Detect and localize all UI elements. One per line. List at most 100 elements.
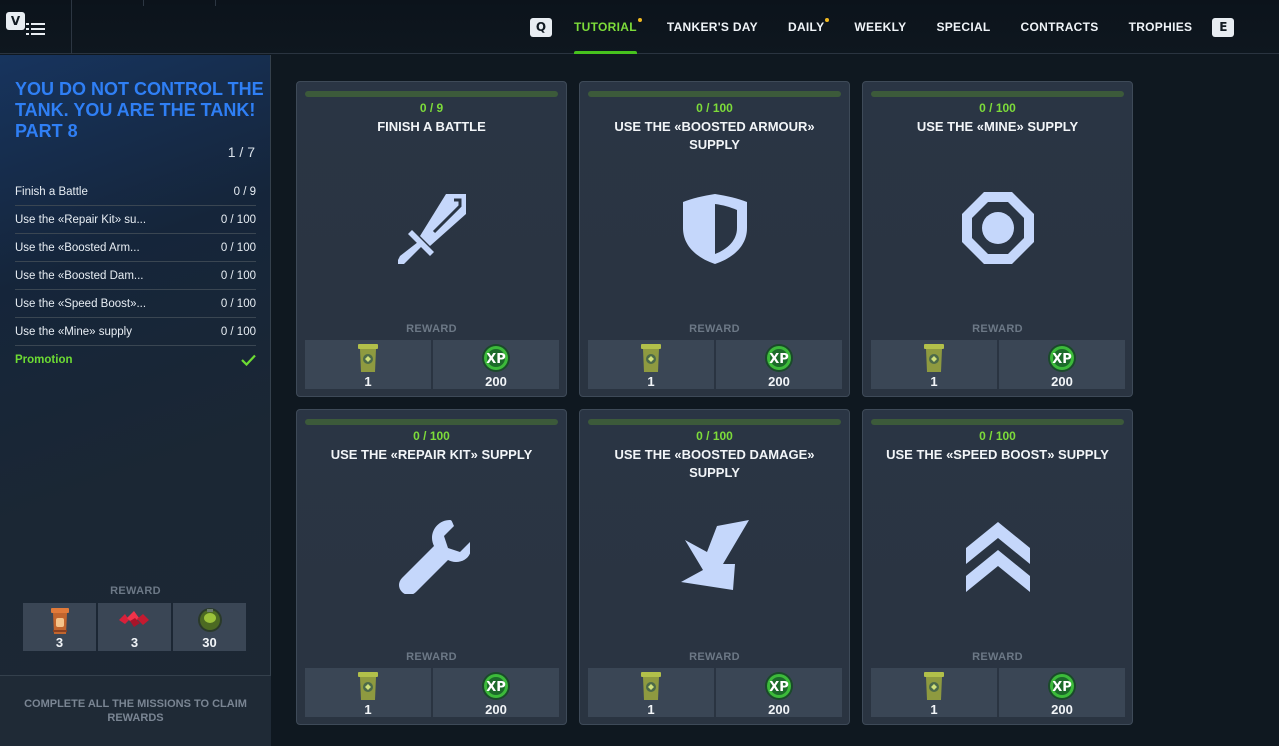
reward-count: 30: [202, 635, 217, 650]
reward-supply-box[interactable]: 1: [588, 668, 714, 717]
mission-card-speed-boost[interactable]: 0 / 100 USE THE «SPEED BOOST» SUPPLY REW…: [862, 409, 1133, 725]
card-progress: 0 / 100: [413, 429, 450, 443]
mission-tabs: Q TUTORIAL TANKER'S DAY DAILY WEEKLY SPE…: [530, 0, 1235, 54]
reward-xp[interactable]: XP 200: [716, 668, 842, 717]
claim-text: COMPLETE ALL THE MISSIONS TO CLAIM REWAR…: [24, 698, 247, 724]
svg-text:XP: XP: [769, 352, 789, 367]
tab-label: TROPHIES: [1128, 20, 1193, 34]
tab-contracts[interactable]: CONTRACTS: [1021, 0, 1099, 54]
reward-xp[interactable]: XP 200: [433, 340, 559, 389]
tab-special[interactable]: SPECIAL: [936, 0, 990, 54]
tab-tutorial[interactable]: TUTORIAL: [574, 0, 642, 54]
claim-rewards-box: COMPLETE ALL THE MISSIONS TO CLAIM REWAR…: [0, 675, 271, 746]
reward-count: 200: [485, 374, 507, 389]
reward-count: 3: [55, 635, 64, 650]
reward-label: REWARD: [689, 323, 740, 335]
next-tab-key[interactable]: E: [1212, 17, 1235, 37]
task-row[interactable]: Finish a Battle 0 / 9: [15, 178, 256, 206]
supply-box-icon: [641, 672, 661, 700]
task-name: Use the «Boosted Arm...: [15, 241, 140, 254]
mission-card-repair-kit[interactable]: 0 / 100 USE THE «REPAIR KIT» SUPPLY REWA…: [296, 409, 567, 725]
prev-tab-key[interactable]: Q: [530, 17, 552, 37]
next-key-badge: E: [1212, 17, 1235, 37]
card-progress: 0 / 100: [696, 101, 733, 115]
xp-icon: XP: [482, 672, 510, 700]
reward-count: 1: [647, 702, 655, 717]
tab-label: CONTRACTS: [1020, 20, 1099, 34]
svg-text:XP: XP: [486, 680, 506, 695]
tab-daily[interactable]: DAILY: [787, 0, 830, 54]
card-rewards: 1 XP 200: [305, 668, 559, 717]
reward-label: REWARD: [972, 323, 1023, 335]
check-icon: [241, 354, 256, 366]
progress-bar: [588, 91, 841, 97]
sword-icon: [397, 194, 466, 264]
menu-key-badge: V: [6, 12, 25, 30]
mission-rewards: 3 3 30: [23, 603, 246, 651]
progress-bar: [305, 419, 558, 425]
card-rewards: 1 XP 200: [588, 340, 842, 389]
task-row[interactable]: Use the «Repair Kit» su... 0 / 100: [15, 206, 256, 234]
task-row-promotion[interactable]: Promotion: [15, 346, 256, 374]
tab-trophies[interactable]: TROPHIES: [1129, 0, 1193, 54]
task-row[interactable]: Use the «Speed Boost»... 0 / 100: [15, 290, 256, 318]
prev-key-badge: Q: [530, 17, 552, 37]
card-title: USE THE «SPEED BOOST» SUPPLY: [886, 447, 1109, 462]
reward-supply-box[interactable]: 1: [305, 340, 431, 389]
reward-battery[interactable]: 30: [173, 603, 246, 651]
top-bar: V Q TUTORIAL TANKER'S DAY DAILY WEEKLY S…: [0, 0, 1279, 54]
task-row[interactable]: Use the «Boosted Dam... 0 / 100: [15, 262, 256, 290]
reward-count: 1: [930, 702, 938, 717]
task-list: Finish a Battle 0 / 9 Use the «Repair Ki…: [15, 178, 256, 374]
mission-grid: 0 / 9 FINISH A BATTLE REWARD 1 XP 200 0 …: [272, 55, 1279, 746]
xp-icon: XP: [765, 344, 793, 372]
task-value: 0 / 9: [233, 185, 256, 198]
task-name: Use the «Repair Kit» su...: [15, 213, 147, 226]
card-title: USE THE «BOOSTED DAMAGE» SUPPLY: [614, 447, 815, 480]
mine-icon: [961, 192, 1034, 264]
tab-label: SPECIAL: [936, 20, 991, 34]
menu-button[interactable]: V: [0, 0, 72, 54]
reward-supply-box[interactable]: 1: [871, 340, 997, 389]
mission-card-boosted-damage[interactable]: 0 / 100 USE THE «BOOSTED DAMAGE» SUPPLY …: [579, 409, 850, 725]
reward-label: REWARD: [110, 585, 161, 597]
reward-xp[interactable]: XP 200: [433, 668, 559, 717]
reward-supply-box[interactable]: 1: [588, 340, 714, 389]
progress-bar: [871, 419, 1124, 425]
svg-text:XP: XP: [1052, 680, 1072, 695]
tab-tankers-day[interactable]: TANKER'S DAY: [667, 0, 758, 54]
supply-box-icon: [641, 344, 661, 372]
reward-xp[interactable]: XP 200: [999, 668, 1125, 717]
task-row[interactable]: Use the «Boosted Arm... 0 / 100: [15, 234, 256, 262]
reward-count: 3: [130, 635, 139, 650]
reward-label: REWARD: [406, 323, 457, 335]
reward-label: REWARD: [406, 651, 457, 663]
task-name: Use the «Mine» supply: [15, 325, 132, 338]
task-row[interactable]: Use the «Mine» supply 0 / 100: [15, 318, 256, 346]
svg-text:XP: XP: [1052, 352, 1072, 367]
lightning-icon: [680, 520, 749, 590]
supply-box-icon: [924, 344, 944, 372]
xp-icon: XP: [1048, 672, 1076, 700]
reward-xp[interactable]: XP 200: [716, 340, 842, 389]
card-rewards: 1 XP 200: [588, 668, 842, 717]
reward-container[interactable]: 3: [23, 603, 96, 651]
reward-count: 200: [768, 702, 790, 717]
reward-count: 1: [364, 702, 372, 717]
mission-card-boosted-armour[interactable]: 0 / 100 USE THE «BOOSTED ARMOUR» SUPPLY …: [579, 81, 850, 397]
xp-icon: XP: [482, 344, 510, 372]
battery-icon: [197, 608, 222, 632]
card-rewards: 1 XP 200: [871, 340, 1125, 389]
mission-card-mine[interactable]: 0 / 100 USE THE «MINE» SUPPLY REWARD 1 X…: [862, 81, 1133, 397]
reward-crystals[interactable]: 3: [98, 603, 171, 651]
mission-card-finish-battle[interactable]: 0 / 9 FINISH A BATTLE REWARD 1 XP 200: [296, 81, 567, 397]
reward-count: 1: [647, 374, 655, 389]
tab-weekly[interactable]: WEEKLY: [854, 0, 906, 54]
task-value: 0 / 100: [220, 269, 256, 282]
tab-label: DAILY: [787, 20, 825, 34]
notification-dot: [825, 18, 830, 22]
xp-icon: XP: [765, 672, 793, 700]
reward-supply-box[interactable]: 1: [871, 668, 997, 717]
reward-xp[interactable]: XP 200: [999, 340, 1125, 389]
reward-supply-box[interactable]: 1: [305, 668, 431, 717]
